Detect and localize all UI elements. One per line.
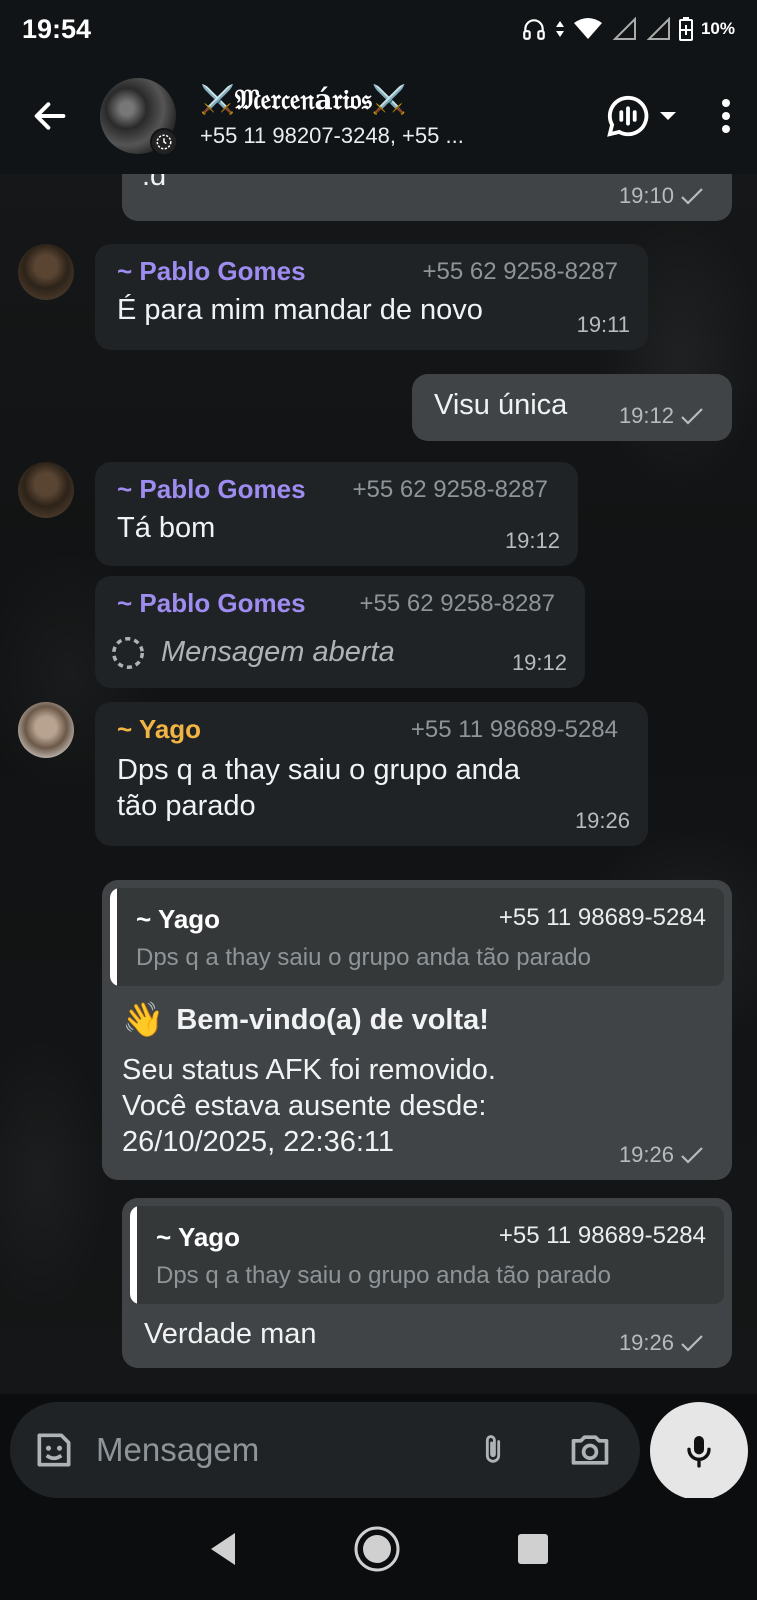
status-time: 19:54 — [22, 13, 92, 44]
message-bubble[interactable]: .d 19:10 — [122, 174, 732, 221]
message-time: 19:12 — [504, 528, 560, 553]
message-text: Verdade man — [144, 1318, 317, 1350]
avatar[interactable] — [18, 462, 74, 518]
message-bubble[interactable]: ~ Pablo Gomes +55 62 9258-8287 Mensagem … — [95, 576, 585, 688]
message-time: 19:12 — [511, 650, 567, 675]
afk-line-3: 26/10/2025, 22:36:11 — [122, 1126, 394, 1158]
attach-icon[interactable] — [476, 1428, 510, 1472]
time-text: 19:10 — [618, 183, 674, 208]
sticker-icon[interactable] — [32, 1428, 76, 1472]
message-bubble[interactable]: ~ Pablo Gomes +55 62 9258-8287 É para mi… — [95, 244, 648, 350]
message-text: Mensagem aberta — [161, 636, 395, 668]
afk-line-1: Seu status AFK foi removido. — [122, 1054, 496, 1086]
battery-percent: 10% — [700, 19, 735, 38]
battery-icon — [678, 17, 693, 41]
message-bubble[interactable]: ~ Yago +55 11 98689-5284 Dps q a thay sa… — [122, 1198, 732, 1368]
sender-phone: +55 62 9258-8287 — [359, 590, 555, 617]
disappearing-timer-icon — [150, 128, 178, 156]
wifi-icon — [573, 18, 602, 39]
camera-icon[interactable] — [568, 1428, 612, 1472]
group-info[interactable]: ⚔️𝔐𝔢𝔯𝔠𝔢𝔫á𝔯𝔦𝔬𝔰⚔️ +55 11 98207-3248, +55 .… — [200, 83, 530, 149]
quote-sender: ~ Yago — [156, 1222, 241, 1252]
mic-icon — [687, 1436, 711, 1468]
sender-name[interactable]: ~ Yago — [117, 714, 201, 745]
sender-name[interactable]: ~ Pablo Gomes — [117, 256, 306, 287]
nav-recents-icon[interactable] — [516, 1532, 550, 1566]
message-time: 19:26 — [619, 1330, 704, 1356]
afk-line-2: Você estava ausente desde: — [122, 1090, 487, 1122]
welcome-title-row: 👋 Bem-vindo(a) de volta! — [122, 1000, 489, 1040]
sender-phone: +55 62 9258-8287 — [422, 258, 618, 285]
headphones-icon — [523, 19, 545, 40]
check-icon — [681, 408, 703, 425]
message-time: 19:11 — [576, 312, 630, 337]
message-time: 19:26 — [574, 808, 630, 833]
quote-text: Dps q a thay saiu o grupo anda tão parad… — [136, 944, 591, 971]
voice-call-button[interactable] — [605, 93, 677, 139]
status-bar: 19:54 10% — [0, 0, 757, 58]
quoted-message[interactable]: ~ Yago +55 11 98689-5284 Dps q a thay sa… — [110, 888, 724, 986]
time-text: 19:26 — [618, 1330, 674, 1355]
message-text-line-1: Dps q a thay saiu o grupo anda — [117, 754, 521, 786]
back-arrow-icon — [34, 102, 66, 130]
sender-name[interactable]: ~ Pablo Gomes — [117, 474, 306, 505]
chevron-down-icon — [660, 112, 676, 120]
nav-home-icon[interactable] — [353, 1525, 401, 1573]
message-bubble[interactable]: ~ Pablo Gomes +55 62 9258-8287 Tá bom 19… — [95, 462, 578, 566]
group-avatar[interactable] — [100, 78, 178, 156]
voice-call-icon — [607, 95, 649, 137]
sender-phone: +55 62 9258-8287 — [352, 476, 548, 503]
input-actions — [476, 1428, 618, 1472]
back-button[interactable] — [0, 58, 100, 174]
signal-icon-2 — [646, 17, 670, 40]
message-text: Visu única — [434, 389, 568, 421]
view-once-icon — [112, 637, 144, 669]
header-actions — [605, 93, 757, 139]
sender-phone: +55 11 98689-5284 — [410, 716, 618, 743]
message-bubble[interactable]: ~ Yago +55 11 98689-5284 Dps q a thay sa… — [102, 880, 732, 1180]
message-text-line-2: tão parado — [117, 790, 256, 822]
quoted-message[interactable]: ~ Yago +55 11 98689-5284 Dps q a thay sa… — [130, 1206, 724, 1304]
nav-back-icon[interactable] — [207, 1531, 239, 1567]
status-icons: 10% — [521, 16, 735, 42]
welcome-title: Bem-vindo(a) de volta! — [176, 1004, 489, 1036]
group-title: ⚔️𝔐𝔢𝔯𝔠𝔢𝔫á𝔯𝔦𝔬𝔰⚔️ — [200, 83, 407, 116]
message-time: 19:26 — [619, 1142, 704, 1168]
message-text: .d — [142, 174, 167, 192]
avatar[interactable] — [18, 244, 74, 300]
system-nav-bar — [0, 1498, 757, 1600]
chat-area[interactable]: .d 19:10 ~ Pablo Gomes +55 62 9258-8287 … — [0, 174, 757, 1394]
more-icon[interactable] — [721, 98, 731, 134]
message-time: 19:12 — [619, 403, 704, 429]
quote-sender: ~ Yago — [136, 904, 221, 934]
composer: Mensagem — [0, 1394, 757, 1500]
check-icon — [681, 188, 703, 205]
waving-hand-icon: 👋 — [122, 1001, 165, 1039]
message-placeholder: Mensagem — [96, 1431, 260, 1468]
quote-text: Dps q a thay saiu o grupo anda tão parad… — [156, 1262, 611, 1289]
check-icon — [681, 1335, 703, 1352]
data-arrows-icon — [555, 21, 564, 37]
group-members: +55 11 98207-3248, +55 ... — [200, 123, 464, 148]
time-text: 19:12 — [618, 403, 674, 428]
time-text: 19:26 — [618, 1142, 674, 1167]
avatar[interactable] — [18, 702, 74, 758]
chat-header: ⚔️𝔐𝔢𝔯𝔠𝔢𝔫á𝔯𝔦𝔬𝔰⚔️ +55 11 98207-3248, +55 .… — [0, 58, 757, 174]
message-bubble[interactable]: ~ Yago +55 11 98689-5284 Dps q a thay sa… — [95, 702, 648, 846]
quote-phone: +55 11 98689-5284 — [498, 904, 706, 931]
sender-name[interactable]: ~ Pablo Gomes — [117, 588, 306, 619]
message-bubble[interactable]: Visu única 19:12 — [412, 374, 732, 441]
message-time: 19:10 — [619, 183, 704, 209]
check-icon — [681, 1147, 703, 1164]
message-text: É para mim mandar de novo — [117, 294, 483, 326]
message-text: Tá bom — [117, 512, 216, 544]
signal-icon — [612, 17, 636, 40]
mic-button[interactable] — [650, 1402, 748, 1500]
message-input[interactable]: Mensagem — [10, 1402, 640, 1498]
quote-phone: +55 11 98689-5284 — [498, 1222, 706, 1249]
